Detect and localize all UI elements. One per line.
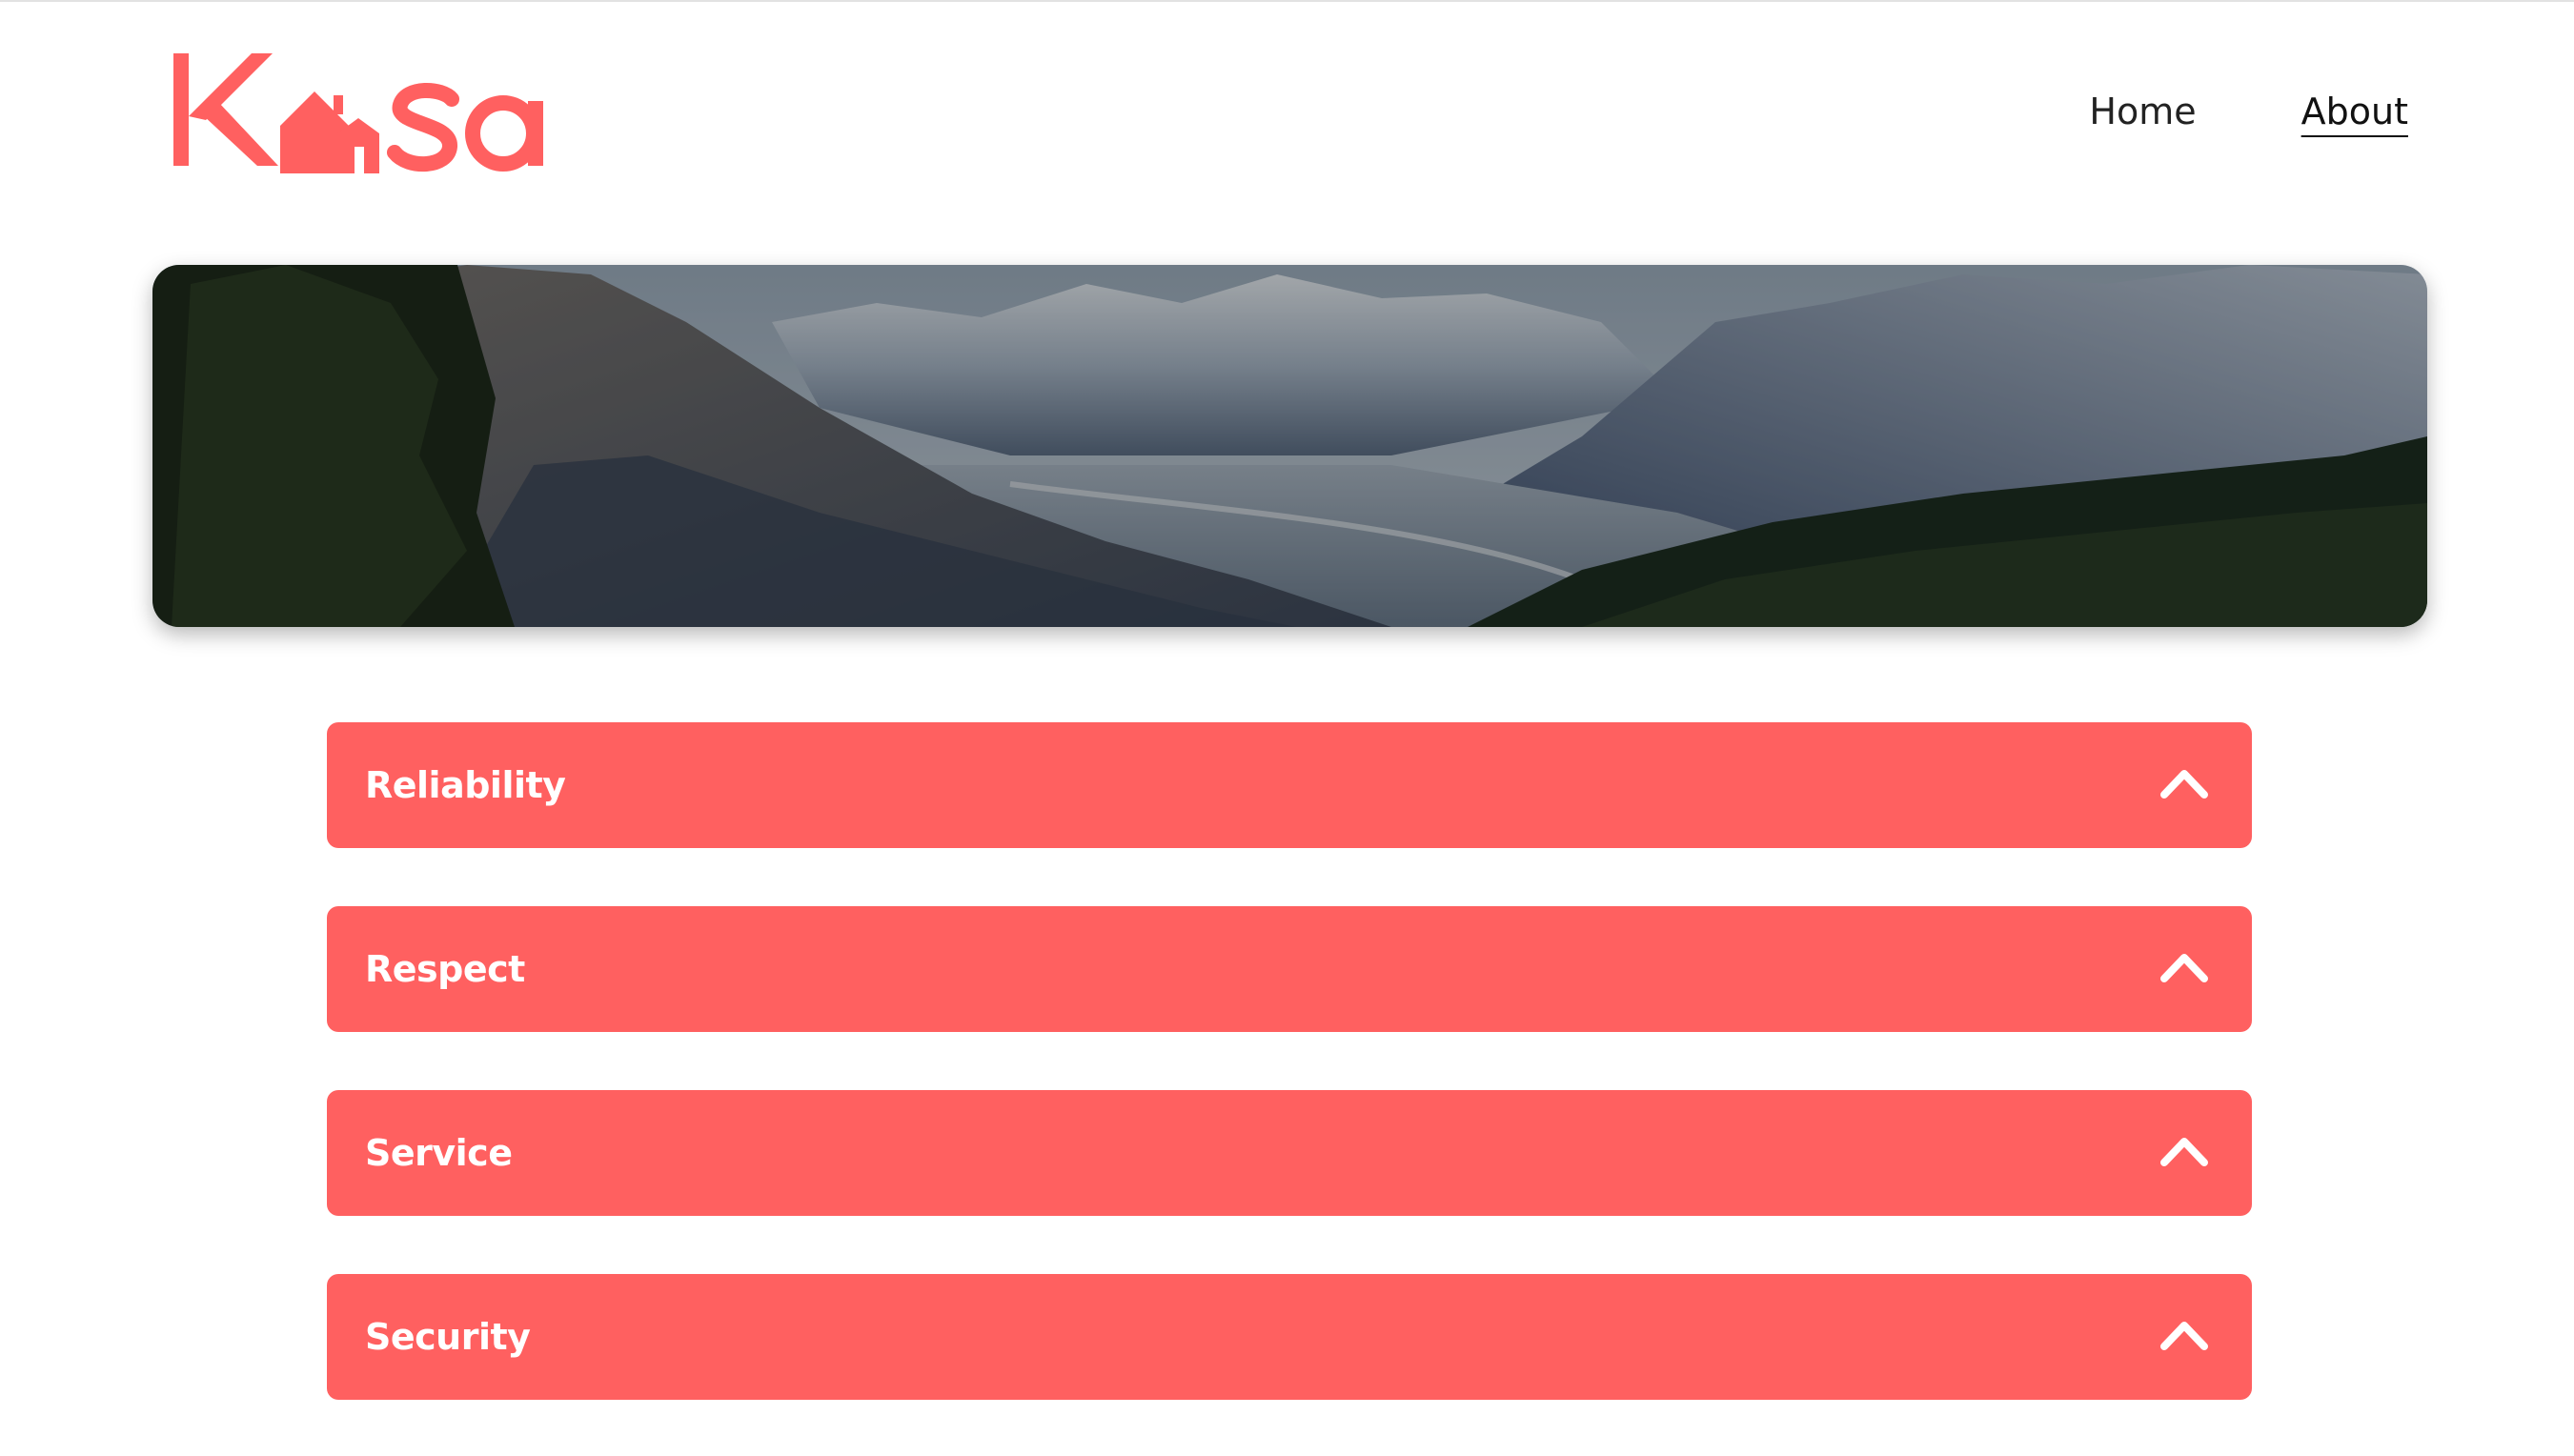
collapse-service[interactable]: Service [327,1090,2252,1216]
collapse-respect[interactable]: Respect [327,906,2252,1032]
about-banner [152,265,2427,627]
chevron-up-icon[interactable] [2159,1316,2210,1354]
collapse-title: Security [365,1316,531,1358]
chevron-up-icon[interactable] [2159,1132,2210,1170]
collapse-title: Reliability [365,764,566,806]
nav-about-link[interactable]: About [2301,93,2408,130]
about-page: Home About Reliability Respect Service S… [0,0,2574,1456]
values-collapse-list: Reliability Respect Service Security [327,722,2252,1400]
kasa-logo[interactable] [166,48,557,181]
collapse-title: Respect [365,948,525,990]
collapse-security[interactable]: Security [327,1274,2252,1400]
top-divider [0,0,2574,2]
collapse-reliability[interactable]: Reliability [327,722,2252,848]
main-nav: Home About [2089,93,2408,130]
chevron-up-icon[interactable] [2159,948,2210,986]
chevron-up-icon[interactable] [2159,764,2210,802]
collapse-title: Service [365,1132,513,1174]
logo-graphic [173,53,543,173]
nav-home-link[interactable]: Home [2089,93,2196,130]
mountain-landscape-image [152,265,2427,627]
